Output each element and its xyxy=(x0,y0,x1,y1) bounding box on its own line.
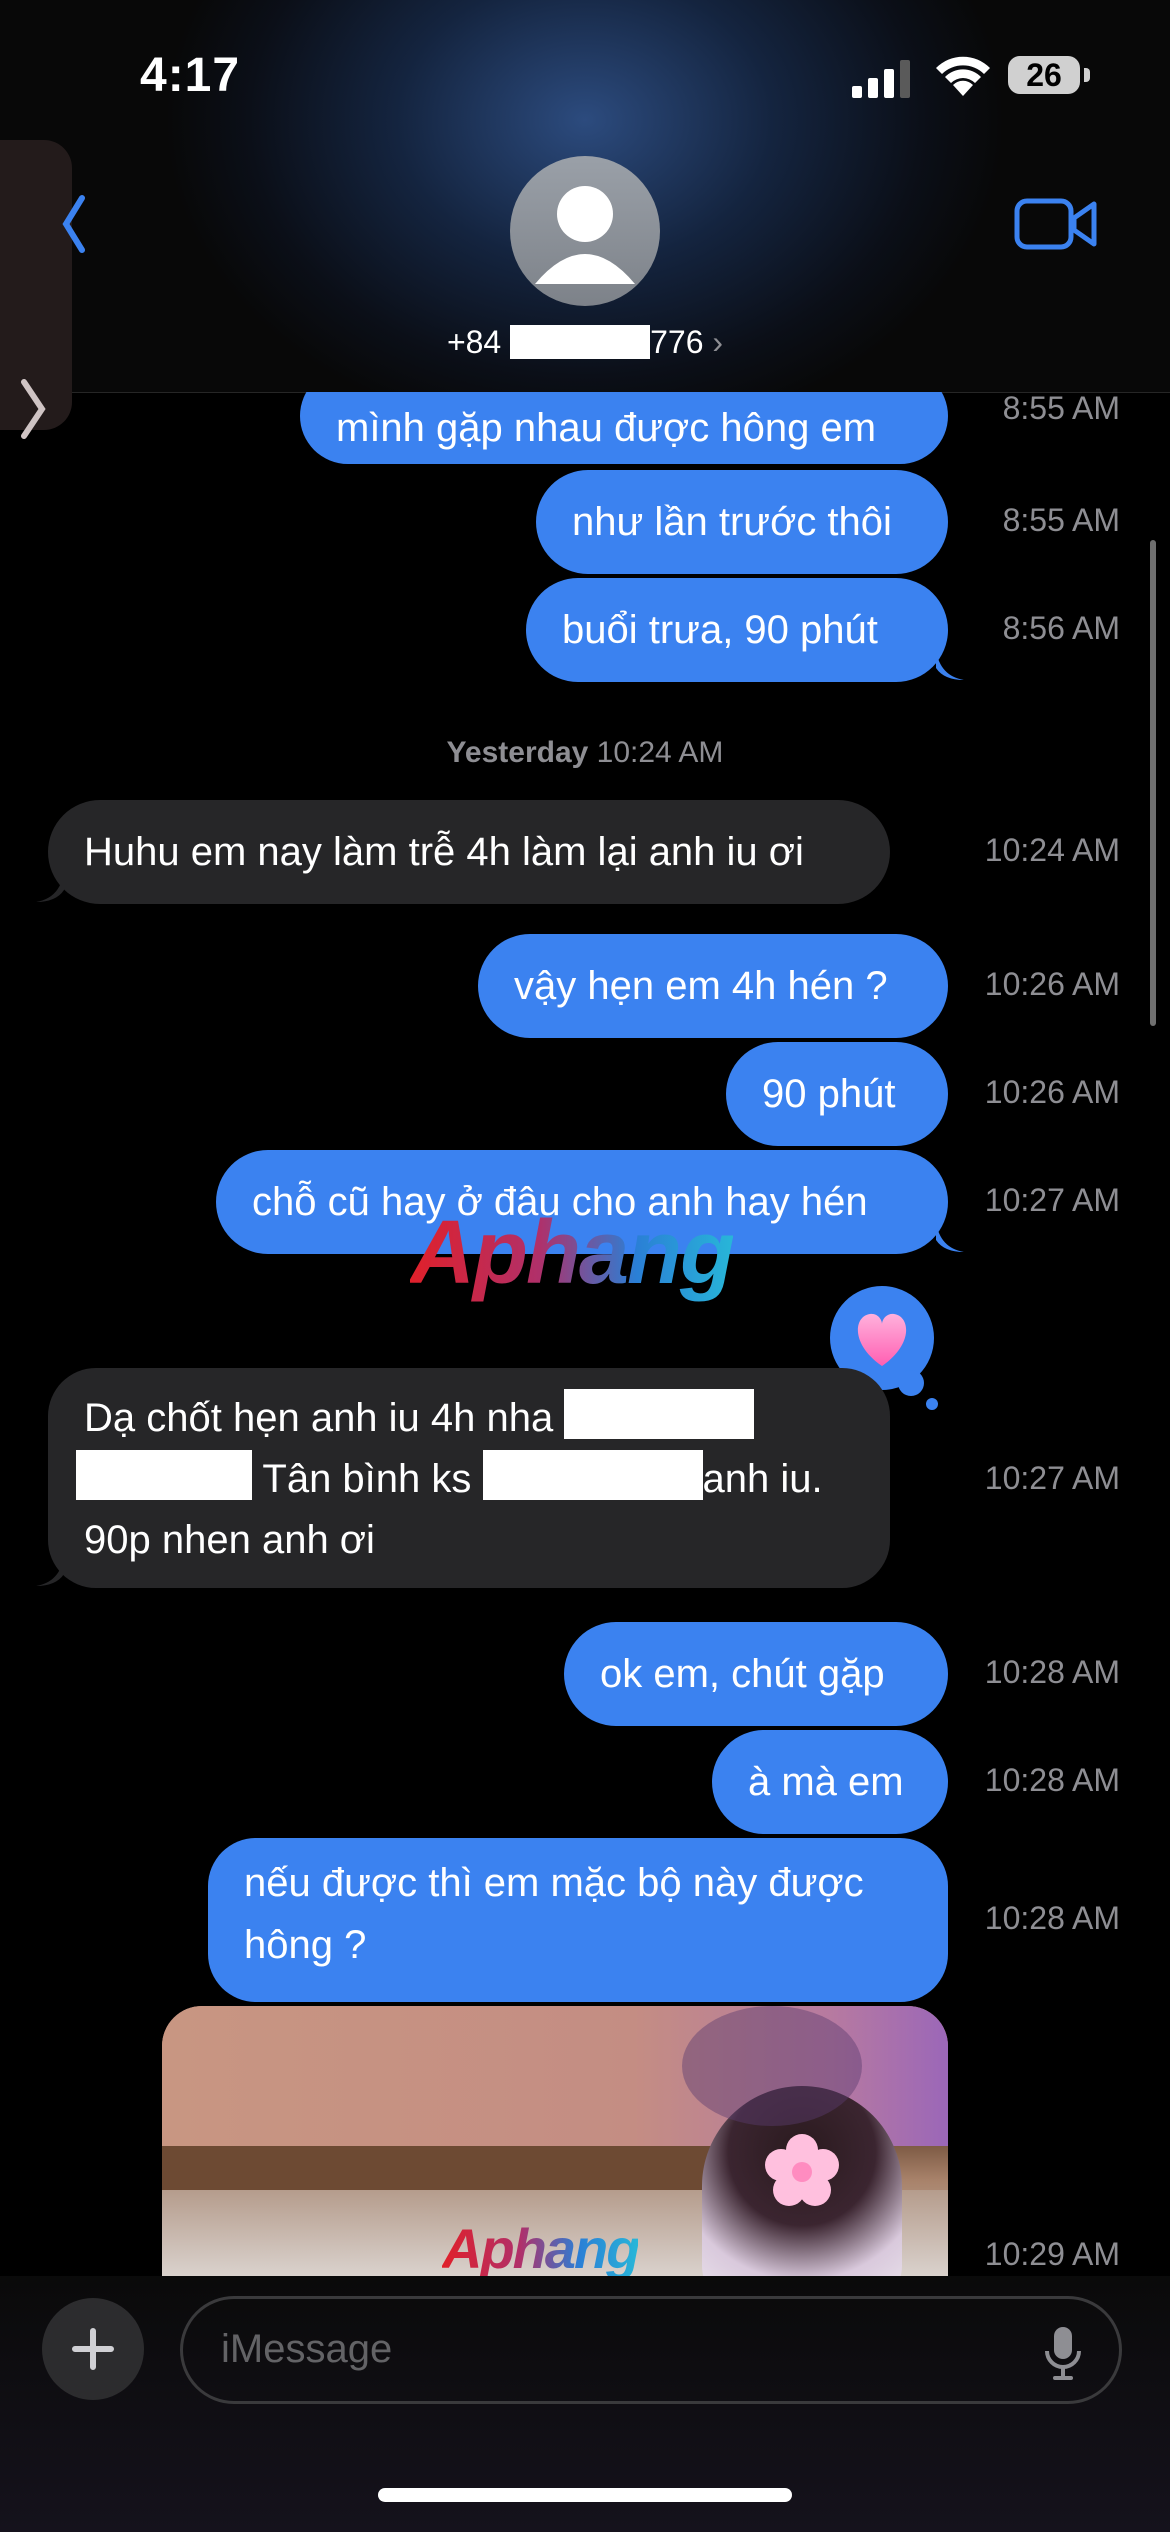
message-timestamp: 10:28 AM xyxy=(984,1762,1120,1798)
wifi-icon xyxy=(936,56,990,96)
message-timestamp: 10:26 AM xyxy=(984,966,1120,1002)
message-text: 90 phút xyxy=(762,1072,896,1116)
message-input[interactable]: iMessage xyxy=(180,2296,1122,2404)
outgoing-message[interactable]: à mà em xyxy=(712,1730,948,1834)
message-text: ok em, chút gặp xyxy=(600,1652,885,1696)
message-text: hông ? xyxy=(244,1923,367,1967)
redaction-box xyxy=(510,325,651,359)
message-text: buổi trưa, 90 phút xyxy=(562,608,878,652)
cellular-signal-icon xyxy=(852,60,910,98)
message-text: như lần trước thôi xyxy=(572,500,892,544)
message-timestamp: 10:28 AM xyxy=(984,1654,1120,1690)
battery-indicator: 26 xyxy=(1008,56,1080,94)
person-icon xyxy=(535,186,635,284)
message-timestamp: 8:56 AM xyxy=(1002,610,1120,646)
message-text: à mà em xyxy=(748,1760,904,1804)
message-input-placeholder: iMessage xyxy=(221,2327,393,2371)
scrollbar[interactable] xyxy=(1150,540,1156,1026)
outgoing-message[interactable]: như lần trước thôi xyxy=(536,470,948,574)
back-chevron-icon[interactable] xyxy=(60,194,86,254)
reaction-dot xyxy=(898,1370,924,1396)
apps-plus-button[interactable] xyxy=(42,2298,144,2400)
message-text: Huhu em nay làm trễ 4h làm lại anh iu ơi xyxy=(84,830,804,874)
incoming-message[interactable]: Dạ chốt hẹn anh iu 4h nha Tân bình ks an… xyxy=(48,1368,890,1588)
home-indicator[interactable] xyxy=(378,2488,792,2502)
message-text: anh iu. xyxy=(702,1457,823,1501)
message-timestamp: 10:24 AM xyxy=(984,832,1120,868)
bubble-tail xyxy=(936,1222,964,1252)
outgoing-message[interactable]: buổi trưa, 90 phút xyxy=(526,578,948,682)
bubble-tail xyxy=(36,872,64,902)
message-thread[interactable]: mình gặp nhau được hông em 8:55 AM như l… xyxy=(0,392,1170,2276)
photo-shadow xyxy=(682,2006,862,2126)
side-panel-handle[interactable] xyxy=(0,140,72,439)
chevron-right-icon: › xyxy=(712,324,724,360)
watermark: Aphang xyxy=(442,2216,640,2276)
contact-avatar[interactable] xyxy=(510,156,660,306)
photo-headboard xyxy=(162,2146,722,2190)
status-time: 4:17 xyxy=(140,49,241,102)
outgoing-message[interactable]: nếu được thì em mặc bộ này được hông ? xyxy=(208,1838,948,2002)
reaction-dot xyxy=(926,1398,938,1410)
message-timestamp: 10:27 AM xyxy=(984,1460,1120,1496)
image-attachment[interactable]: Aphang xyxy=(162,2006,948,2276)
message-timestamp: 10:28 AM xyxy=(984,1900,1120,1936)
microphone-icon[interactable] xyxy=(1043,2325,1083,2381)
message-text: nếu được thì em mặc bộ này được xyxy=(244,1861,864,1905)
contact-prefix: +84 xyxy=(446,324,502,360)
flower-sticker-icon xyxy=(765,2134,839,2206)
watermark: Aphang xyxy=(410,1203,735,1303)
outgoing-message[interactable]: mình gặp nhau được hông em xyxy=(300,392,948,464)
bubble-tail xyxy=(936,650,964,680)
redaction-box xyxy=(482,1450,703,1500)
facetime-video-icon[interactable] xyxy=(1014,196,1098,252)
day-separator: Yesterday 10:24 AM xyxy=(0,736,1170,770)
outgoing-message[interactable]: ok em, chút gặp xyxy=(564,1622,948,1726)
message-text: vậy hẹn em 4h hén ? xyxy=(514,964,888,1008)
incoming-message[interactable]: Huhu em nay làm trễ 4h làm lại anh iu ơi xyxy=(48,800,890,904)
conversation-header: 4:17 26 +84 776 › xyxy=(0,0,1170,439)
day-time: 10:24 AM xyxy=(596,736,724,769)
contact-suffix: 776 xyxy=(650,324,704,360)
bubble-tail xyxy=(36,1556,64,1586)
message-text: Dạ chốt hẹn anh iu 4h nha xyxy=(84,1396,554,1440)
message-text: 90p nhen anh ơi xyxy=(84,1518,375,1562)
contact-name[interactable]: +84 776 › xyxy=(440,324,730,361)
redaction-box xyxy=(564,1389,755,1439)
message-timestamp: 10:26 AM xyxy=(984,1074,1120,1110)
message-timestamp: 10:29 AM xyxy=(984,2236,1120,2272)
outgoing-message[interactable]: vậy hẹn em 4h hén ? xyxy=(478,934,948,1038)
message-timestamp: 8:55 AM xyxy=(1002,392,1120,426)
message-text: mình gặp nhau được hông em xyxy=(336,406,877,450)
battery-tip xyxy=(1084,68,1090,82)
status-bar: 4:17 26 xyxy=(0,0,1170,150)
day-label: Yesterday xyxy=(446,736,589,769)
message-timestamp: 8:55 AM xyxy=(1002,502,1120,538)
redaction-box xyxy=(76,1450,252,1500)
message-timestamp: 10:27 AM xyxy=(984,1182,1120,1218)
message-text: Tân bình ks xyxy=(262,1457,472,1501)
plus-icon xyxy=(72,2328,114,2370)
outgoing-message[interactable]: 90 phút xyxy=(726,1042,948,1146)
